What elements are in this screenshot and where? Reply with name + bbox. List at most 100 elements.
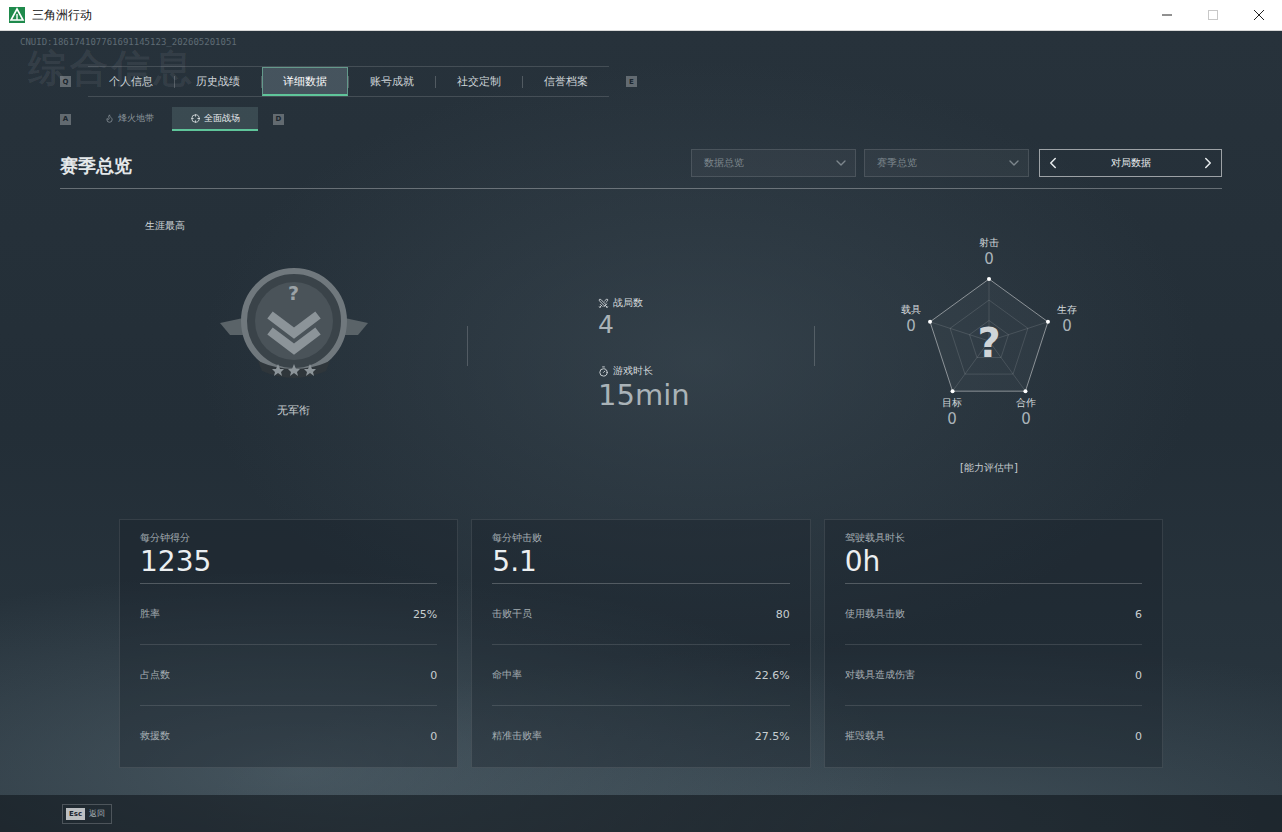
rank-name: 无军衔 [277,403,310,418]
row-value: 22.6% [755,669,790,682]
column-divider [467,326,468,366]
row-label: 救援数 [140,729,170,743]
card-row: 摧毁载具 0 [845,706,1142,767]
dropdown-label: 数据总览 [704,156,744,170]
card-row: 精准击败率 27.5% [492,706,789,767]
data-pager: 对局数据 [1039,149,1222,177]
axis-value: 0 [906,318,916,335]
section-header: 赛季总览数据总览 赛季总览 对局数据 [60,148,1222,189]
chevron-right-icon [1199,154,1217,172]
radar-status: [能力评估中] [889,461,1089,475]
row-value: 80 [776,608,790,621]
rank-panel: 生涯最高?无军衔 [60,189,467,418]
chevron-down-icon [833,155,849,171]
season-overview: 生涯最高?无军衔战局数4游戏时长15min?射击0生存0合作0目标0载具0[能力… [60,189,1222,491]
stat-label-text: 游戏时长 [613,364,653,378]
tab[interactable]: 详细数据 [262,67,348,96]
chevron-left-icon [1044,154,1062,172]
chevron-down-icon [1006,155,1022,171]
stats-panel: 战局数4 游戏时长15min [468,189,814,413]
row-label: 占点数 [140,668,170,682]
card-row: 对载具造成伤害 0 [845,645,1142,706]
subtab[interactable]: 全面战场 [172,107,258,131]
axis-value: 0 [1021,411,1031,428]
profile-screen: 综合信息CNUID:186174107761691145123_20260520… [0,31,1282,832]
filter-controls: 数据总览 赛季总览 对局数据 [691,149,1222,177]
card-header: 驾驶载具时长0h [845,531,1142,584]
pager-prev-button[interactable] [1044,154,1062,172]
card-value: 0h [845,545,1142,579]
footer-bar: Esc返回 [0,795,1282,832]
tab-row: Q个人信息历史战绩详细数据账号成就社交定制信誉档案E [60,66,1222,97]
maximize-button [1190,0,1236,30]
radar-mark: ? [889,323,1089,363]
column-divider [814,326,815,366]
app-window: 三角洲行动综合信息CNUID:186174107761691145123_202… [0,0,1282,832]
tab-separator [348,76,349,88]
radar-axis-label: 生存0 [1042,304,1092,335]
ability-panel: ?射击0生存0合作0目标0载具0[能力评估中] [815,189,1222,475]
tab-separator [435,76,436,88]
app-logo-icon [9,7,25,23]
window-title: 三角洲行动 [32,7,1144,24]
stat-value: 15min [598,378,814,413]
card-row: 胜率 25% [140,584,437,645]
row-value: 0 [1135,730,1142,743]
tab[interactable]: 账号成就 [349,67,435,96]
tab-separator [174,76,175,88]
row-label: 使用载具击败 [845,607,905,621]
dropdown-label: 赛季总览 [877,156,917,170]
stat: 战局数4 [598,296,814,340]
card-header: 每分钟得分1235 [140,531,437,584]
row-value: 27.5% [755,730,790,743]
row-value: 0 [430,669,437,682]
stat-card: 每分钟击败5.1击败干员80命中率22.6%精准击败率27.5% [471,519,810,768]
tab[interactable]: 历史战绩 [175,67,261,96]
row-label: 摧毁载具 [845,729,885,743]
tab-separator [522,76,523,88]
card-row: 击败干员 80 [492,584,789,645]
back-button[interactable]: Esc返回 [62,804,112,824]
tab[interactable]: 个人信息 [88,67,174,96]
main-area: CNUID:186174107761691145123_202605201051… [0,31,1282,795]
card-title: 每分钟得分 [140,531,437,545]
title-bar: 三角洲行动 [0,0,1282,31]
stat: 游戏时长15min [598,364,814,413]
maximize-icon [1208,10,1218,20]
tab[interactable]: 信誉档案 [523,67,609,96]
tab[interactable]: 社交定制 [436,67,522,96]
uid-label: CNUID:186174107761691145123_202605201051 [20,37,1222,47]
subtab[interactable]: 烽火地带 [86,107,172,131]
radar-axis-label: 合作 0 [1001,397,1051,428]
mode-icon [191,114,200,123]
row-value: 0 [1135,669,1142,682]
row-label: 精准击败率 [492,729,542,743]
minimize-button[interactable] [1144,0,1190,30]
stat-label: 战局数 [598,296,814,310]
row-label: 胜率 [140,607,160,621]
row-value: 0 [430,730,437,743]
pager-label: 对局数据 [1111,156,1151,170]
card-row: 占点数 0 [140,645,437,706]
close-button[interactable] [1236,0,1282,30]
subtab-bar: 烽火地带 全面战场 [86,107,258,131]
radar-box: ?射击0生存0合作0目标0载具0 [889,231,1089,436]
row-value: 6 [1135,608,1142,621]
filter-dropdown[interactable]: 数据总览 [691,149,856,177]
row-value: 25% [413,608,437,621]
stat-card: 每分钟得分1235 胜率 25% 占点数 0 救援数 0 [119,519,458,768]
radar-axis-label: 射击0 [964,237,1014,268]
axis-name: 合作 [1016,397,1036,408]
timer-icon [598,366,609,377]
axis-name: 载具 [901,304,921,315]
stat-label-text: 战局数 [613,296,643,310]
card-row: 命中率22.6% [492,645,789,706]
row-label: 对载具造成伤害 [845,668,915,682]
card-row: 救援数 0 [140,706,437,767]
row-label: 击败干员 [492,607,532,621]
pager-next-button[interactable] [1199,154,1217,172]
close-icon [1254,10,1264,20]
subtab-label: 全面战场 [204,112,240,125]
key-hint: D [273,114,284,125]
filter-dropdown[interactable]: 赛季总览 [864,149,1029,177]
